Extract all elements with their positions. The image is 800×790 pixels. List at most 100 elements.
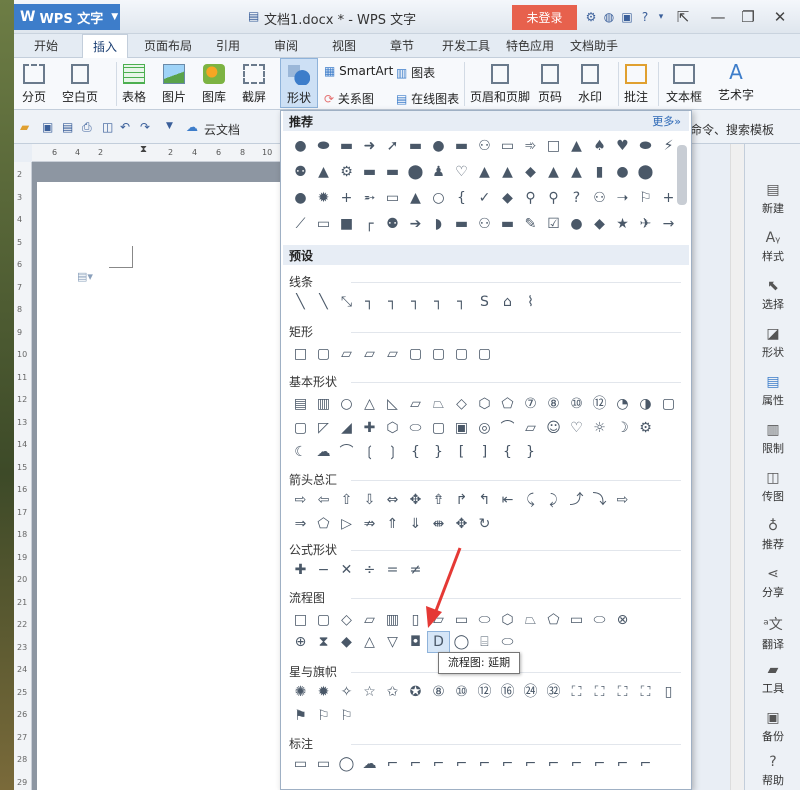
tab-review[interactable]: 审阅	[274, 37, 298, 54]
shape-option[interactable]: ⇦	[312, 489, 335, 511]
shape-option[interactable]: ▬	[358, 161, 381, 183]
shape-option[interactable]: ⬠	[312, 513, 335, 535]
shape-option[interactable]: ⑧	[427, 681, 450, 703]
relation-chart-button[interactable]: ⟳ 关系图	[324, 90, 374, 107]
shape-option[interactable]: ▢	[473, 343, 496, 365]
shape-option[interactable]: ↰	[473, 489, 496, 511]
shapes-button[interactable]: 形状	[280, 58, 318, 108]
shape-option[interactable]: ]	[473, 441, 496, 463]
shape-option[interactable]: ◔	[611, 393, 634, 415]
table-button[interactable]: 表格	[122, 64, 146, 105]
shape-option[interactable]: ▲	[404, 187, 427, 209]
shape-option[interactable]: ✩	[381, 681, 404, 703]
shape-option[interactable]: ♟	[427, 161, 450, 183]
shape-option[interactable]: ☁	[358, 753, 381, 775]
page-number-button[interactable]: 页码	[538, 64, 562, 105]
tab-developer[interactable]: 开发工具	[442, 37, 490, 54]
shape-option[interactable]: ⚉	[381, 213, 404, 235]
maximize-button[interactable]: ❐	[734, 5, 762, 29]
shape-option[interactable]: ■	[335, 213, 358, 235]
page-break-button[interactable]: 分页	[22, 64, 46, 105]
shape-option[interactable]: ⚲	[519, 187, 542, 209]
shape-option[interactable]: ⤹	[519, 489, 542, 511]
close-button[interactable]: ✕	[766, 5, 794, 29]
shape-option[interactable]: ⚐	[634, 187, 657, 209]
sidebar-item-translate[interactable]: ᵃ文 翻译	[745, 614, 800, 652]
indent-marker-icon[interactable]: ⧗	[140, 144, 147, 155]
textbox-button[interactable]: 文本框	[666, 64, 702, 105]
shape-option[interactable]: ┐	[450, 291, 473, 313]
shape-option[interactable]: ⇑	[381, 513, 404, 535]
shape-option[interactable]: ☑	[542, 213, 565, 235]
shape-option[interactable]: ⤡	[335, 291, 358, 313]
shape-option[interactable]: ◘	[404, 631, 427, 653]
tab-view[interactable]: 视图	[332, 37, 356, 54]
shape-option[interactable]: ☽	[611, 417, 634, 439]
shape-option[interactable]: ⬡	[473, 393, 496, 415]
shape-option[interactable]: ▭	[312, 753, 335, 775]
shape-option[interactable]: ⬠	[496, 393, 519, 415]
shape-option[interactable]: }	[519, 441, 542, 463]
shape-option[interactable]: ⏢	[427, 393, 450, 415]
shape-option[interactable]: ○	[427, 187, 450, 209]
shape-option[interactable]: ◆	[335, 631, 358, 653]
open-folder-icon[interactable]: ▰	[20, 120, 29, 134]
screenshot-button[interactable]: 截屏	[242, 64, 266, 105]
shape-option[interactable]: ╲	[312, 291, 335, 313]
shape-option[interactable]: ▱	[519, 417, 542, 439]
shape-option[interactable]: ▷	[335, 513, 358, 535]
shape-option[interactable]: ✹	[312, 681, 335, 703]
shape-option[interactable]: ⌐	[450, 753, 473, 775]
shape-option[interactable]: ●	[565, 213, 588, 235]
chart-button[interactable]: ▥ 图表	[396, 64, 435, 81]
shape-option[interactable]: }	[427, 441, 450, 463]
online-chart-button[interactable]: ▤ 在线图表	[396, 90, 459, 107]
shape-option[interactable]: ◇	[335, 609, 358, 631]
shape-option[interactable]: ▬	[496, 213, 519, 235]
shape-option[interactable]: ▢	[427, 343, 450, 365]
shape-option[interactable]: ◯	[335, 753, 358, 775]
shape-option[interactable]: ⚡	[657, 135, 680, 157]
shape-option[interactable]: ⌐	[611, 753, 634, 775]
shape-option[interactable]: ▬	[381, 161, 404, 183]
settings-icon[interactable]: ⚙	[584, 10, 598, 24]
shape-option[interactable]: ㉔	[519, 681, 542, 703]
shape-option[interactable]: ⇒	[289, 513, 312, 535]
shape-option[interactable]: ⤴	[565, 489, 588, 511]
shape-option[interactable]: ▯	[657, 681, 680, 703]
shape-option[interactable]: ⚉	[289, 161, 312, 183]
chevron-down-icon[interactable]: ▼	[166, 121, 173, 131]
shape-option[interactable]: ┐	[427, 291, 450, 313]
shape-option[interactable]: ⬭	[404, 417, 427, 439]
shape-option[interactable]: ☼	[588, 417, 611, 439]
shape-option[interactable]: ➝	[611, 187, 634, 209]
pdf-icon[interactable]: ▤	[62, 120, 73, 134]
shape-option[interactable]: ▬	[450, 213, 473, 235]
shape-option[interactable]: ⇩	[358, 489, 381, 511]
shape-option[interactable]: □	[542, 135, 565, 157]
shape-option[interactable]: ▣	[450, 417, 473, 439]
shape-option[interactable]: ⚇	[473, 213, 496, 235]
shape-option[interactable]: ┐	[358, 291, 381, 313]
shape-option[interactable]: ⌒	[496, 417, 519, 439]
shape-option[interactable]: ?	[565, 187, 588, 209]
shape-option[interactable]: ▢	[289, 417, 312, 439]
redo-icon[interactable]: ↷	[140, 120, 150, 134]
shape-option[interactable]: ⤸	[542, 489, 565, 511]
shape-option[interactable]: ▥	[381, 609, 404, 631]
shape-option[interactable]: ▢	[312, 343, 335, 365]
shape-option[interactable]: ◢	[335, 417, 358, 439]
shape-option[interactable]: ♡	[450, 161, 473, 183]
shape-option[interactable]: ✺	[289, 681, 312, 703]
shape-option[interactable]: ⛶	[634, 681, 657, 703]
shape-option[interactable]: ⌐	[473, 753, 496, 775]
gallery-button[interactable]: 图库	[202, 64, 226, 105]
shape-option[interactable]: ♡	[565, 417, 588, 439]
shape-option[interactable]: ⬠	[542, 609, 565, 631]
shape-option[interactable]: ⬭	[473, 609, 496, 631]
shape-option[interactable]: ⑩	[450, 681, 473, 703]
wordart-button[interactable]: A 艺术字	[718, 62, 754, 103]
sidebar-item-tools[interactable]: ▰ 工具	[745, 662, 800, 696]
sidebar-item-share[interactable]: ⋖ 分享	[745, 566, 800, 600]
shape-option[interactable]: ◸	[312, 417, 335, 439]
